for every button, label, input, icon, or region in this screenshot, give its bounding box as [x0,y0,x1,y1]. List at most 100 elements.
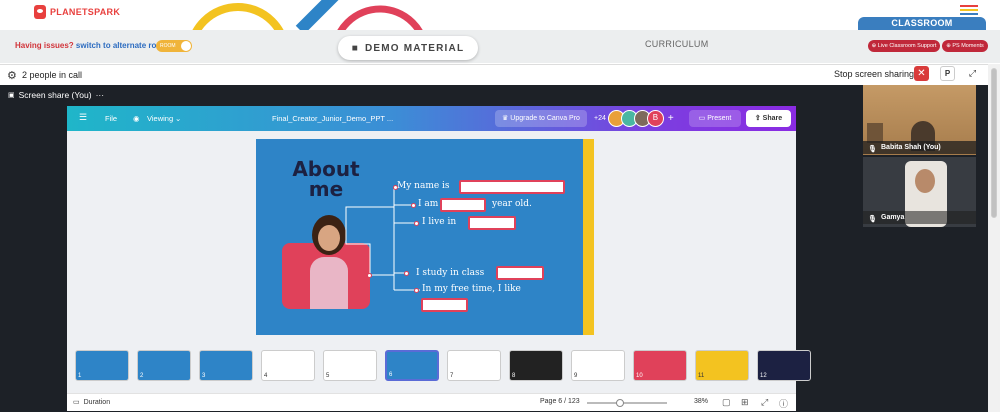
app-header: PLANETSPARK CLASSROOM [0,0,1000,30]
add-collaborator-icon[interactable]: + [668,113,674,124]
brand-name: PLANETSPARK [50,7,121,17]
participant-name-text: Babita Shah (You) [881,144,941,151]
ps-moments-button[interactable]: ⊕ PS Moments [942,40,988,52]
thumbnail-number: 4 [264,373,268,379]
slide-thumbnail[interactable]: 9 [571,350,625,381]
thumbnail-number: 12 [760,373,767,379]
slide-thumbnail[interactable]: 5 [323,350,377,381]
eye-icon: ◉ [133,114,140,123]
share-label: Share [762,115,783,122]
connector-dot [414,288,419,293]
folder-icon: ■ [351,42,359,54]
canva-bottom-bar: ▭ Duration Page 6 / 123 38% ▢ ⊞ ⤢ ⓘ [67,393,796,411]
zoom-level[interactable]: 38% [694,398,708,405]
slide-thumbnail[interactable]: 4 [261,350,315,381]
planetspark-logo[interactable]: PLANETSPARK [34,5,120,19]
participant-video[interactable]: 🎙 Babita Shah (You) [863,85,976,155]
people-count: 2 people in call [22,70,83,80]
plus-icon: ⊕ [946,43,951,49]
collaborators[interactable]: +24 B + [594,109,674,128]
document-title[interactable]: Final_Creator_Junior_Demo_PPT ... [272,114,393,123]
chevron-down-icon: ⌄ [175,114,182,123]
ps-moments-label: PS Moments [952,43,984,49]
thumbnail-number: 6 [389,372,393,378]
present-button[interactable]: ▭ Present [689,110,741,127]
upgrade-button[interactable]: ♛ Upgrade to Canva Pro [495,110,587,127]
demo-material-button[interactable]: ■ DEMO MATERIAL [338,36,478,60]
name-blank[interactable] [459,180,565,194]
file-menu[interactable]: File [105,114,117,123]
crown-icon: ♛ [502,115,509,122]
stop-sharing-button[interactable]: ✕ [914,66,929,81]
slide-thumbnail[interactable]: 10 [633,350,687,381]
thumbnail-number: 8 [512,373,516,379]
present-label: Present [707,115,732,122]
taskbar [0,412,1000,419]
class-blank[interactable] [496,266,544,280]
thumbnail-number: 9 [574,373,578,379]
participant-name-text: Gamya [881,214,905,221]
screen-share-label: Screen share (You) [18,90,92,100]
slide-thumbnail[interactable]: 2 [137,350,191,381]
demo-material-label: DEMO MATERIAL [364,42,465,54]
slide-thumbnail[interactable]: 6 [385,350,439,381]
avatar[interactable]: B [646,110,664,127]
plus-icon: ⊕ [871,43,877,49]
menu-icon[interactable]: ☰ [79,112,87,123]
age-blank[interactable] [440,198,486,212]
connector-dot [414,221,419,226]
present-icon: ▭ [698,115,706,122]
scrollbar-thumb[interactable] [991,68,997,218]
zoom-slider-handle[interactable] [616,399,624,407]
participant-video[interactable]: 🎙 Gamya [863,157,976,227]
pin-button[interactable]: P [940,66,955,81]
room-toggle[interactable]: ROOM [156,40,192,52]
fullscreen-icon[interactable]: ⤢ [761,397,768,408]
timer-icon: ▭ [73,399,80,406]
alternate-room-link[interactable]: switch to alternate room [76,41,168,50]
connector-dot [411,203,416,208]
screen-icon: ▣ [8,92,15,99]
line-live: I live in [422,217,457,227]
mic-icon: 🎙 [868,216,877,223]
classroom-tab[interactable]: CLASSROOM [858,17,986,30]
thumbnail-number: 2 [140,373,144,379]
menu-icon[interactable] [960,5,978,17]
gear-icon[interactable]: ⚙ [7,69,17,82]
help-icon[interactable]: ⓘ [779,397,788,410]
city-blank[interactable] [468,216,516,230]
brand-mascot-icon [34,5,46,19]
live-support-button[interactable]: ⊕ Live Classroom Support [868,40,940,52]
participant-name: 🎙 Babita Shah (You) [863,141,976,154]
slide-thumbnail[interactable]: 12 [757,350,811,381]
page-scrollbar[interactable] [988,64,1000,419]
slide-about-me[interactable]: About me My name is I am year old. I liv [256,139,594,335]
line-name: My name is [397,181,450,191]
viewing-menu[interactable]: Viewing [147,114,173,123]
slide-thumbnails: 1 2 3 4 5 6 7 8 9 10 11 12 [67,346,811,393]
hobby-blank[interactable] [421,298,468,312]
slide-thumbnail[interactable]: 11 [695,350,749,381]
upgrade-label: Upgrade to Canva Pro [510,115,580,122]
canva-top-bar: ☰ File ◉ Viewing ⌄ Final_Creator_Junior_… [67,106,796,131]
mic-icon: 🎙 [868,146,877,153]
expand-icon[interactable]: ⤢ [965,66,980,81]
duration-label: Duration [83,398,111,406]
slide-thumbnail[interactable]: 3 [199,350,253,381]
line-age-a: I am [418,199,439,209]
notes-icon[interactable]: ▢ [722,397,731,408]
more-options-button[interactable]: ··· [96,90,105,100]
zoom-slider[interactable] [587,402,667,404]
share-button[interactable]: ⇪ Share [746,110,791,127]
canva-window: ☰ File ◉ Viewing ⌄ Final_Creator_Junior_… [67,106,811,411]
curriculum-tab[interactable]: CURRICULUM [645,39,709,49]
slide-thumbnail[interactable]: 7 [447,350,501,381]
slide-thumbnail[interactable]: 1 [75,350,129,381]
slide-thumbnail[interactable]: 8 [509,350,563,381]
share-icon: ⇪ [754,115,761,122]
duration-button[interactable]: ▭ Duration [73,398,111,407]
issue-text: Having issues? [15,41,74,50]
grid-view-icon[interactable]: ⊞ [741,397,749,408]
connector-dot [404,271,409,276]
live-support-label: Live Classroom Support [877,43,937,49]
